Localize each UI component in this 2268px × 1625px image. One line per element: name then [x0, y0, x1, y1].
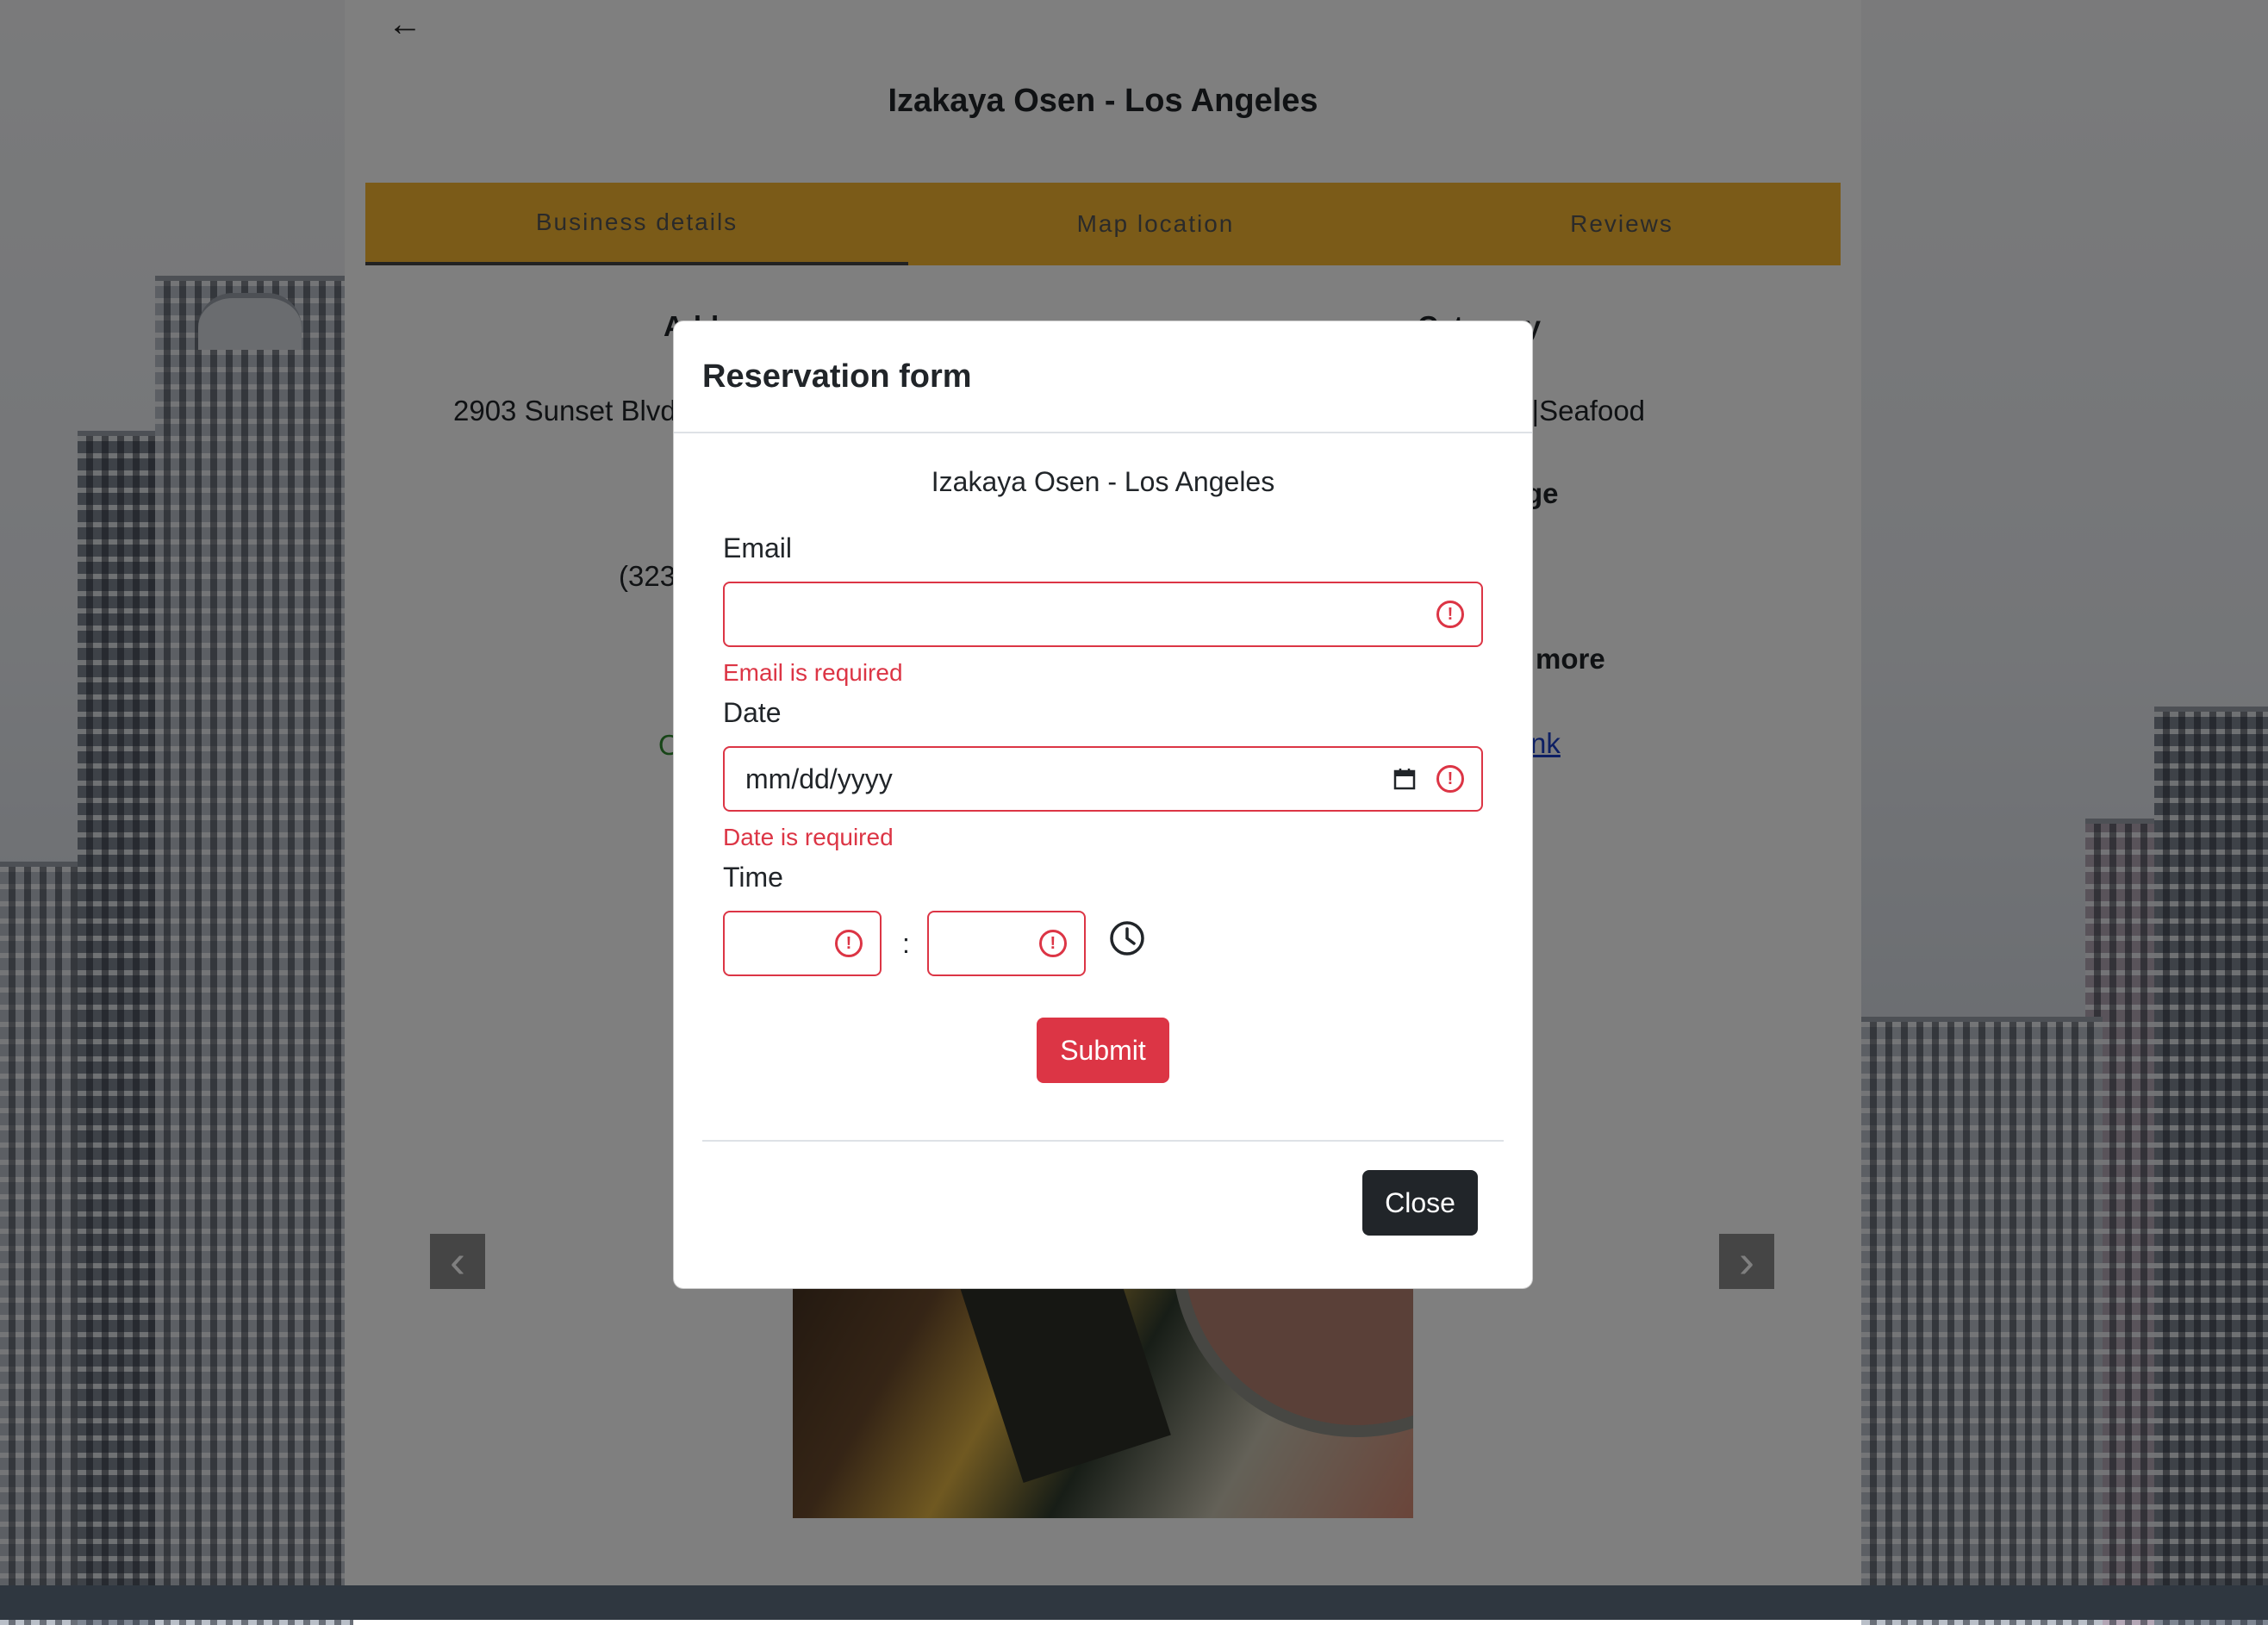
error-icon: !: [1038, 930, 1067, 957]
restaurant-name: Izakaya Osen - Los Angeles: [931, 466, 1275, 497]
email-error-message: Email is required: [723, 659, 903, 686]
hour-field-wrapper: !: [723, 911, 882, 976]
minute-field-wrapper: !: [926, 911, 1086, 976]
error-icon: !: [835, 930, 863, 957]
error-icon: !: [1436, 765, 1464, 793]
reservation-modal: Reservation form Izakaya Osen - Los Ange…: [673, 321, 1533, 1289]
error-icon: !: [1436, 601, 1464, 628]
time-separator: :: [902, 927, 910, 959]
email-label: Email: [723, 532, 793, 563]
close-button[interactable]: Close: [1362, 1170, 1478, 1236]
modal-header: Reservation form: [674, 321, 1532, 433]
time-label: Time: [723, 862, 783, 893]
modal-footer: Close: [702, 1140, 1504, 1290]
email-field-wrapper: !: [723, 582, 1483, 647]
date-error-message: Date is required: [723, 824, 894, 850]
submit-button[interactable]: Submit: [1037, 1018, 1169, 1083]
modal-title: Reservation form: [702, 358, 972, 395]
email-field[interactable]: [725, 583, 1481, 645]
submit-row: Submit: [723, 1018, 1483, 1083]
date-field-wrapper: !: [723, 746, 1483, 812]
time-row: ! : !: [723, 911, 1483, 976]
date-label: Date: [723, 697, 782, 728]
calendar-icon[interactable]: [1393, 768, 1416, 790]
clock-icon[interactable]: [1108, 919, 1146, 957]
modal-body: Izakaya Osen - Los Angeles Email ! Email…: [674, 466, 1532, 1083]
date-field[interactable]: [725, 748, 1481, 810]
